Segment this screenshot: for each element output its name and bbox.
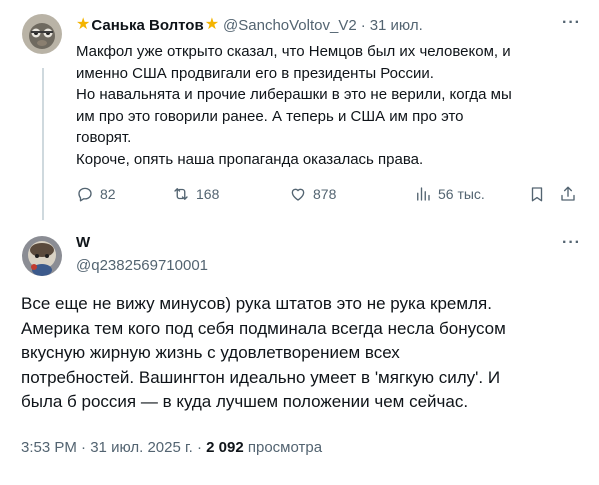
text-line: была б россия — в куда лучшем положении … [21,392,469,411]
reply-tweet[interactable]: W @q2382569710001 ··· Все еще не вижу ми… [0,222,599,485]
views-button[interactable]: 56 тыс. [414,183,485,205]
display-name[interactable]: W [76,234,90,251]
text-line: вкусную жирную жизнь с удовлетворением в… [21,343,400,362]
tweet-date[interactable]: 31 июл. 2025 г. [90,439,193,456]
username[interactable]: @q2382569710001 [76,257,208,274]
display-name[interactable]: Санька Волтов [91,17,203,34]
text-line: именно США продвигали его в президенты Р… [76,64,434,82]
text-line: потребностей. Вашингтон идеально умеет в… [21,367,501,387]
tweet-time[interactable]: 3:53 PM [21,439,77,456]
text-line: говорят. [76,129,132,146]
tweet-text: Все еще не вижу минусов) рука штатов это… [21,292,581,415]
text-line: Все еще не вижу минусов) рука штатов это… [21,294,492,313]
action-bar: 82 168 878 56 тыс. [76,183,586,205]
reply-icon [78,187,92,202]
separator: · [360,16,366,34]
text-line: им про это говорили ранее. А теперь и СШ… [76,107,464,125]
retweet-icon [174,188,188,200]
views-count[interactable]: 2 092 [206,439,244,456]
star-icon: ★ [76,16,91,33]
text-line: Но навальнята и прочие либерашки в это н… [76,86,512,103]
tweet-text: Макфол уже открыто сказал, что Немцов бы… [76,41,586,170]
parent-tweet[interactable]: ★ Санька Волтов ★ @SanchoVoltov_V2 · 31 … [0,0,599,222]
separator: · [196,439,202,456]
avatar[interactable] [22,14,62,54]
text-line: Короче, опять наша пропаганда оказалась … [76,150,424,168]
views-count: 56 тыс. [438,186,485,202]
retweet-button[interactable]: 168 [172,183,219,205]
tweet-metadata: 3:53 PM · 31 июл. 2025 г. · 2 092 просмо… [21,439,322,456]
star-icon: ★ [204,16,220,33]
tweet-date[interactable]: 31 июл. [370,17,423,34]
reply-count: 82 [100,186,116,202]
views-icon [417,187,430,201]
thread-line [42,68,44,220]
more-options-icon[interactable]: ··· [562,14,581,32]
text-line: Макфол уже открыто сказал, что Немцов бы… [76,43,511,60]
separator: · [81,439,87,456]
text-line: Америка тем кого под себя подминала всег… [21,318,506,338]
views-label: просмотра [247,439,323,456]
avatar[interactable] [22,236,62,276]
retweet-count: 168 [196,186,220,202]
reply-button[interactable]: 82 [76,183,116,205]
more-options-icon[interactable]: ··· [562,234,581,252]
share-button[interactable] [559,183,577,205]
bookmark-icon [531,187,543,202]
like-button[interactable]: 878 [289,183,336,205]
tweet-header: ★ Санька Волтов ★ @SanchoVoltov_V2 · 31 … [76,15,423,35]
bookmark-button[interactable] [528,183,546,205]
username[interactable]: @SanchoVoltov_V2 [223,17,357,34]
like-count: 878 [313,186,337,202]
share-icon [561,186,575,201]
heart-icon [291,188,305,201]
